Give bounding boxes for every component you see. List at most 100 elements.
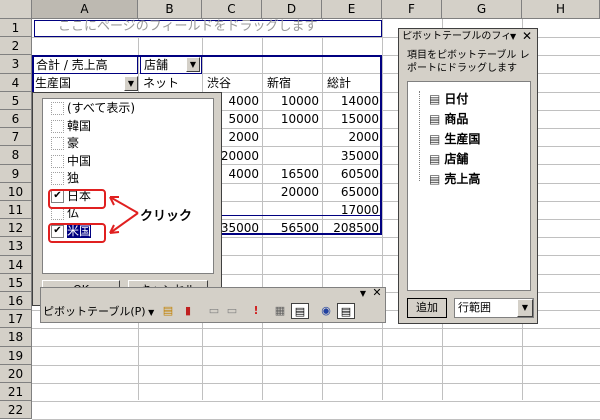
format-report-icon[interactable]: ▤ <box>159 303 177 319</box>
pivot-value-cell[interactable]: 16500 <box>264 165 322 183</box>
checkbox-icon[interactable] <box>51 102 64 115</box>
row-field-text: 生産国 <box>35 76 72 90</box>
row-header[interactable]: 14 <box>0 255 32 274</box>
pivot-value-cell[interactable]: 65000 <box>324 183 382 201</box>
toolbar-options-icon[interactable]: ▼ <box>357 288 369 300</box>
row-header[interactable]: 11 <box>0 201 32 220</box>
row-field-dropdown-arrow[interactable]: ▼ <box>124 76 138 91</box>
row-header[interactable]: 13 <box>0 237 32 256</box>
col-header-net: ネット <box>143 76 180 90</box>
row-header[interactable]: 4 <box>0 73 32 92</box>
checkbox-icon[interactable] <box>51 172 64 185</box>
column-header-g[interactable]: G <box>442 0 522 19</box>
pivot-menu-button[interactable]: ピボットテーブル(P) ▼ <box>43 303 155 321</box>
field-item-label: 店舗 <box>444 152 469 166</box>
column-field-dropdown-arrow[interactable]: ▼ <box>186 57 200 72</box>
toolbar-title-bar[interactable] <box>41 288 385 300</box>
field-item[interactable]: ▤ 売上高 <box>429 170 480 188</box>
column-header-d[interactable]: D <box>262 0 322 19</box>
refresh-icon[interactable]: ! <box>247 303 265 319</box>
pivot-value-cell[interactable]: 17000 <box>324 201 382 219</box>
row-header[interactable]: 19 <box>0 346 32 365</box>
field-list-icon[interactable]: ▤ <box>291 303 309 319</box>
filter-item-label: 独 <box>67 171 80 185</box>
field-item-icon: ▤ <box>429 132 441 146</box>
show-fields-icon[interactable]: ▤ <box>337 303 355 319</box>
col-header-shibuya: 渋谷 <box>207 76 232 90</box>
page-field-hint: ここにページのフィールドをドラッグします <box>58 19 318 34</box>
row-header[interactable]: 21 <box>0 383 32 402</box>
pivot-value-cell[interactable]: 35000 <box>324 147 382 165</box>
row-header[interactable]: 15 <box>0 273 32 292</box>
row-field-label[interactable]: 生産国 <box>32 74 138 93</box>
column-header-h[interactable]: H <box>522 0 600 19</box>
filter-item[interactable]: 独 <box>51 170 79 187</box>
field-list-close-icon[interactable]: ✕ <box>522 29 534 43</box>
pivot-value-cell[interactable]: 2000 <box>324 128 382 146</box>
pivot-value-cell[interactable]: 56500 <box>264 219 322 237</box>
pivot-value-cell[interactable]: 60500 <box>324 165 382 183</box>
field-tree-line <box>419 91 420 181</box>
row-header[interactable]: 8 <box>0 146 32 165</box>
column-header-e[interactable]: E <box>322 0 382 19</box>
pivot-value-cell[interactable]: 208500 <box>324 219 382 237</box>
pivot-value-cell[interactable]: 10000 <box>264 92 322 110</box>
row-header[interactable]: 2 <box>0 37 32 56</box>
row-header[interactable]: 1 <box>0 19 32 38</box>
area-select-value: 行範囲 <box>458 301 491 314</box>
field-item-icon: ▤ <box>429 112 441 126</box>
chart-wizard-icon[interactable]: ▮ <box>179 303 197 319</box>
column-header-a[interactable]: A <box>32 0 138 19</box>
column-header-b[interactable]: B <box>138 0 202 19</box>
hide-detail-icon[interactable]: ▭ <box>205 303 223 319</box>
row-header[interactable]: 16 <box>0 292 32 311</box>
row-header[interactable]: 6 <box>0 110 32 129</box>
checkbox-icon[interactable] <box>51 119 64 133</box>
column-header-c[interactable]: C <box>202 0 262 19</box>
gridline <box>32 364 600 366</box>
field-item-label: 日付 <box>444 92 469 106</box>
show-detail-icon[interactable]: ▭ <box>223 303 241 319</box>
row-header[interactable]: 22 <box>0 401 32 420</box>
field-settings-icon[interactable]: ▦ <box>271 303 289 319</box>
pivot-menu-label: ピボットテーブル(P) <box>43 305 146 318</box>
pivot-value-cell[interactable]: 20000 <box>264 183 322 201</box>
gridline <box>262 19 263 400</box>
field-list-title[interactable]: ピボットテーブルのフィ <box>402 31 512 43</box>
field-list-menu-icon[interactable]: ▼ <box>510 31 520 43</box>
filter-item[interactable]: 韓国 <box>51 118 91 135</box>
field-item[interactable]: ▤ 商品 <box>429 110 468 128</box>
column-field-label: 店舗 <box>144 58 169 72</box>
filter-item[interactable]: 中国 <box>51 153 91 170</box>
field-item[interactable]: ▤ 日付 <box>429 90 468 108</box>
row-header[interactable]: 3 <box>0 55 32 74</box>
field-area-dropdown-arrow[interactable]: ▼ <box>517 299 533 317</box>
always-display-icon[interactable]: ◉ <box>317 303 335 319</box>
filter-item[interactable]: (すべて表示) <box>51 100 135 117</box>
column-header-f[interactable]: F <box>382 0 442 19</box>
field-item[interactable]: ▤ 店舗 <box>429 150 468 168</box>
pivot-value-cell[interactable]: 15000 <box>324 110 382 128</box>
row-header[interactable]: 10 <box>0 182 32 201</box>
select-all-corner[interactable] <box>0 0 32 19</box>
field-item[interactable]: ▤ 生産国 <box>429 130 480 148</box>
row-header[interactable]: 5 <box>0 91 32 110</box>
checkbox-icon[interactable] <box>51 137 64 150</box>
col-header-shinjuku: 新宿 <box>267 76 292 90</box>
row-header[interactable]: 9 <box>0 164 32 183</box>
field-add-button[interactable]: 追加 <box>407 298 447 318</box>
row-header[interactable]: 18 <box>0 328 32 347</box>
filter-item[interactable]: 豪 <box>51 135 79 152</box>
col-header-total: 総計 <box>327 76 352 90</box>
row-header[interactable]: 17 <box>0 310 32 329</box>
filter-item-label: 韓国 <box>67 118 92 133</box>
field-list-instruction: 項目をピボットテーブル レポートにドラッグします <box>407 50 530 74</box>
row-header[interactable]: 7 <box>0 128 32 147</box>
checkbox-icon[interactable] <box>51 154 64 168</box>
row-header[interactable]: 20 <box>0 364 32 383</box>
toolbar-close-icon[interactable]: ✕ <box>371 287 383 299</box>
pivot-value-cell[interactable]: 14000 <box>324 92 382 110</box>
row-header[interactable]: 12 <box>0 219 32 238</box>
field-item-icon: ▤ <box>429 152 441 166</box>
pivot-value-cell[interactable]: 10000 <box>264 110 322 128</box>
